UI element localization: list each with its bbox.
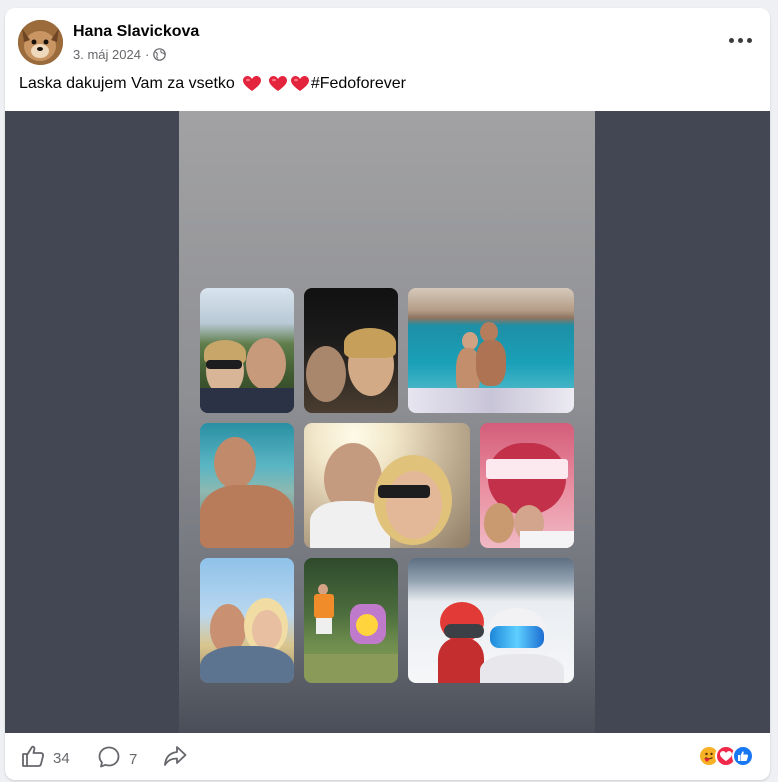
photo-boat-man[interactable] [200, 423, 294, 548]
photo-mountain-selfie[interactable] [200, 288, 294, 413]
like-button[interactable]: 34 [21, 745, 70, 771]
photo-sunset-selfie[interactable] [304, 423, 470, 548]
avatar[interactable] [18, 20, 63, 65]
heart-icon [242, 76, 261, 92]
photo-night-selfie[interactable] [304, 288, 398, 413]
caption-text: Laska dakujem Vam za vsetko [19, 75, 235, 92]
reaction-summary[interactable] [698, 745, 754, 767]
photo-garden-man[interactable] [304, 558, 398, 683]
share-icon [163, 745, 187, 771]
comment-count: 7 [129, 750, 138, 768]
globe-icon[interactable] [153, 48, 167, 61]
more-options-icon[interactable] [724, 30, 756, 50]
meta-separator: · [144, 47, 150, 62]
comment-button[interactable]: 7 [97, 745, 137, 773]
like-icon [732, 745, 754, 767]
like-icon [21, 745, 45, 771]
comment-icon [97, 745, 121, 773]
heart-icon [290, 76, 309, 92]
hashtag-link[interactable]: #Fedoforever [311, 75, 406, 93]
like-count: 34 [53, 749, 70, 767]
photo-kissing-point-heart[interactable] [480, 423, 574, 548]
share-button[interactable] [163, 745, 187, 771]
post-header: Hana Slavickova 3. máj 2024 · [5, 8, 770, 72]
photo-sea-boat-couple[interactable] [408, 288, 574, 413]
photo-ski-selfie[interactable] [408, 558, 574, 683]
post-media[interactable] [5, 111, 770, 733]
post-footer: 34 7 [5, 733, 770, 780]
photo-sunny-selfie[interactable] [200, 558, 294, 683]
post-date[interactable]: 3. máj 2024 [73, 47, 141, 62]
post-card: Hana Slavickova 3. máj 2024 · Laska daku… [5, 8, 770, 780]
post-meta: 3. máj 2024 · [73, 47, 167, 62]
story-collage[interactable] [179, 111, 595, 733]
post-caption: Laska dakujem Vam za vsetko #Fedoforever [19, 75, 406, 93]
heart-icon [268, 76, 287, 92]
author-name[interactable]: Hana Slavickova [73, 23, 199, 41]
